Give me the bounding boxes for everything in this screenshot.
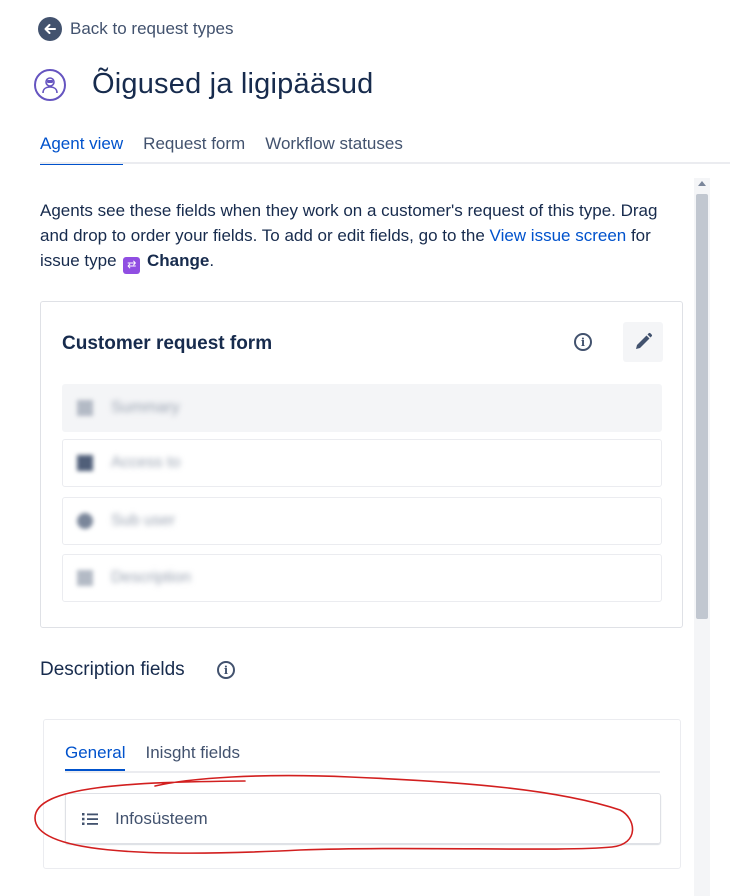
page-header: Õigused ja ligipääsud	[34, 68, 374, 101]
edit-form-button[interactable]	[623, 322, 663, 362]
form-field-label: Description	[111, 569, 192, 586]
vertical-scrollbar[interactable]	[694, 178, 710, 896]
form-field-row[interactable]: Access to	[62, 439, 662, 487]
customer-request-form-card: Customer request form i Summary Access t…	[40, 301, 683, 628]
issue-type-name: Change	[147, 251, 210, 270]
form-field-label: Sub user	[111, 512, 176, 529]
description-field-label: Infosüsteem	[115, 808, 208, 828]
tab-general[interactable]: General	[65, 743, 126, 772]
change-issue-type-icon: ⇄	[123, 257, 141, 274]
description-fields-card: General Inisght fields Infosüsteem	[43, 719, 681, 869]
tab-workflow-statuses[interactable]: Workflow statuses	[265, 134, 403, 165]
description-fields-tabs: General Inisght fields	[65, 743, 260, 772]
tab-insight-fields[interactable]: Inisght fields	[145, 743, 240, 772]
page-title: Õigused ja ligipääsud	[92, 68, 374, 100]
view-issue-screen-link[interactable]: View issue screen	[490, 226, 627, 245]
subtabs-divider	[65, 771, 660, 773]
tab-request-form[interactable]: Request form	[143, 134, 245, 165]
description-field-row[interactable]: Infosüsteem	[65, 793, 661, 844]
tab-agent-view[interactable]: Agent view	[40, 134, 124, 165]
text-field-icon	[77, 400, 93, 416]
form-field-label: Summary	[111, 399, 180, 416]
select-field-icon	[77, 455, 93, 471]
pencil-icon	[636, 332, 653, 349]
list-icon	[82, 812, 98, 825]
agent-view-description: Agents see these fields when they work o…	[40, 198, 680, 274]
view-tabs: Agent view Request form Workflow statuse…	[40, 134, 423, 165]
tabs-divider	[40, 162, 730, 164]
intro-period: .	[209, 251, 215, 270]
description-fields-heading: Description fields	[40, 659, 185, 680]
info-icon[interactable]: i	[217, 661, 235, 679]
paragraph-field-icon	[77, 570, 93, 586]
request-type-avatar-icon	[34, 68, 66, 101]
form-field-row[interactable]: Description	[62, 554, 662, 602]
form-field-label: Access to	[111, 454, 181, 471]
form-field-row[interactable]: Summary	[62, 384, 662, 432]
customer-request-form-title: Customer request form	[62, 333, 273, 354]
arrow-left-icon	[38, 17, 62, 41]
form-field-row[interactable]: Sub user	[62, 497, 662, 545]
back-to-request-types-link[interactable]: Back to request types	[38, 17, 233, 41]
user-field-icon	[77, 513, 93, 529]
info-icon[interactable]: i	[574, 333, 592, 351]
back-link-label: Back to request types	[70, 19, 234, 38]
scroll-up-arrow-icon[interactable]	[698, 181, 706, 186]
scroll-thumb[interactable]	[696, 194, 708, 619]
